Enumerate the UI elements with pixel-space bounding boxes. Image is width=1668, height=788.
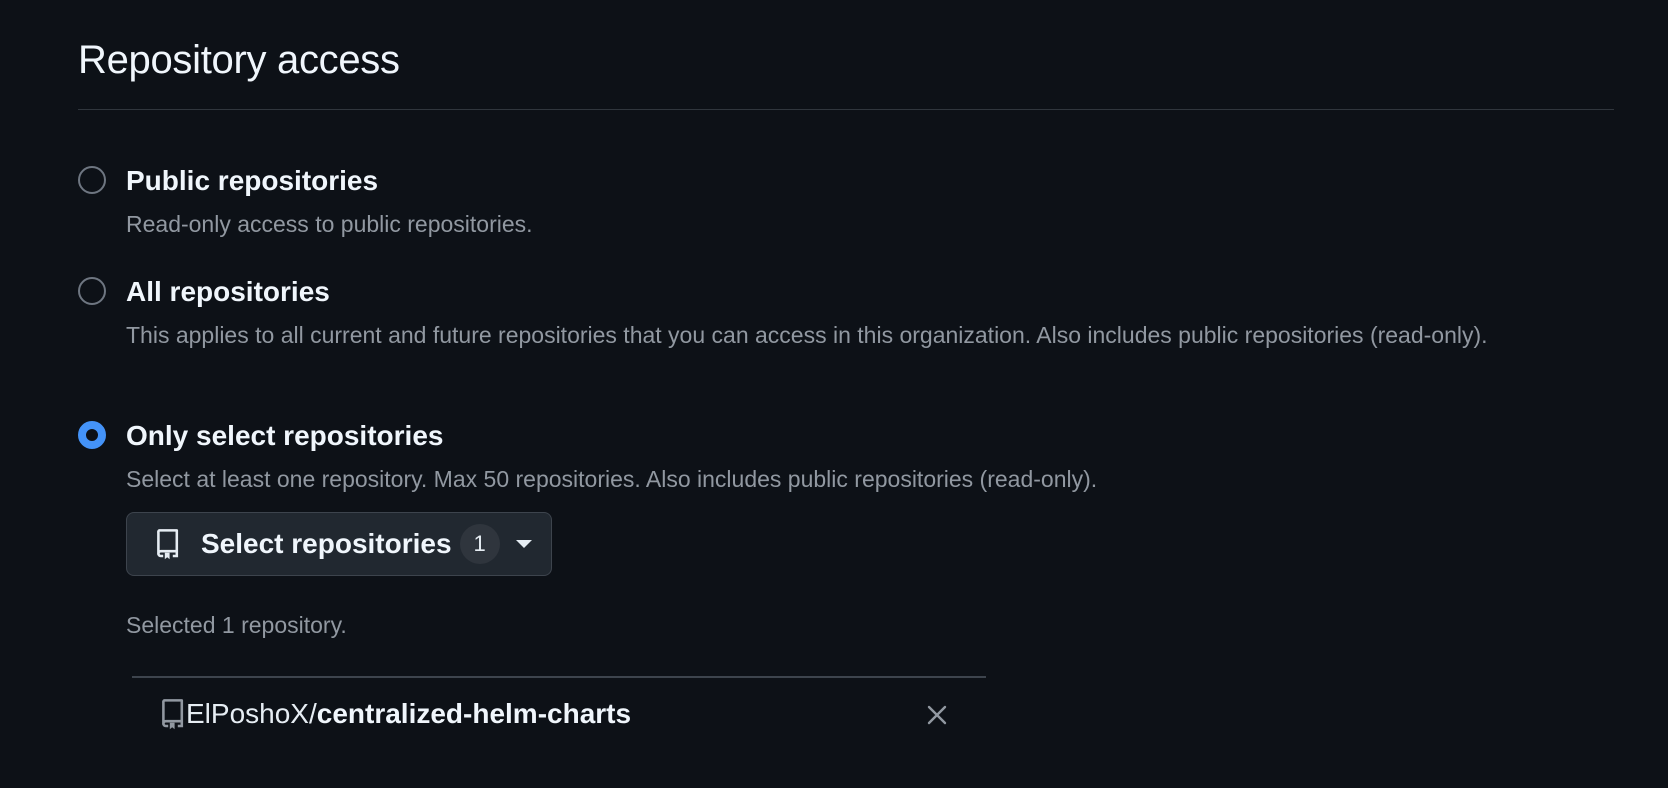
option-description: This applies to all current and future r… — [126, 322, 1488, 348]
option-label[interactable]: All repositories — [126, 275, 330, 309]
section-divider — [78, 109, 1614, 110]
section-title: Repository access — [78, 38, 400, 82]
radio-only-select-repositories[interactable] — [78, 421, 106, 449]
caret-down-icon — [515, 540, 532, 548]
selected-count-note: Selected 1 repository. — [126, 612, 347, 638]
select-repositories-label: Select repositories — [201, 528, 452, 559]
repo-icon — [157, 529, 179, 560]
option-description: Read-only access to public repositories. — [126, 211, 533, 237]
radio-all-repositories[interactable] — [78, 277, 106, 305]
select-repositories-button[interactable]: Select repositories 1 — [126, 512, 552, 576]
repo-icon — [162, 699, 184, 730]
remove-repo-button[interactable] — [920, 698, 954, 732]
selected-repo-item: ElPoshoX / centralized-helm-charts — [160, 694, 960, 734]
radio-public-repositories[interactable] — [78, 166, 106, 194]
selected-list-divider — [132, 676, 986, 678]
repository-access-page: Repository access Public repositories Re… — [0, 0, 1668, 788]
repo-owner: ElPoshoX — [186, 698, 309, 729]
repo-separator: / — [308, 698, 317, 729]
selected-count-badge: 1 — [459, 524, 500, 564]
option-label[interactable]: Public repositories — [126, 164, 378, 198]
option-description: Select at least one repository. Max 50 r… — [126, 466, 1098, 492]
option-label[interactable]: Only select repositories — [126, 419, 443, 453]
close-icon — [927, 705, 947, 725]
repo-name: centralized-helm-charts — [316, 698, 632, 729]
